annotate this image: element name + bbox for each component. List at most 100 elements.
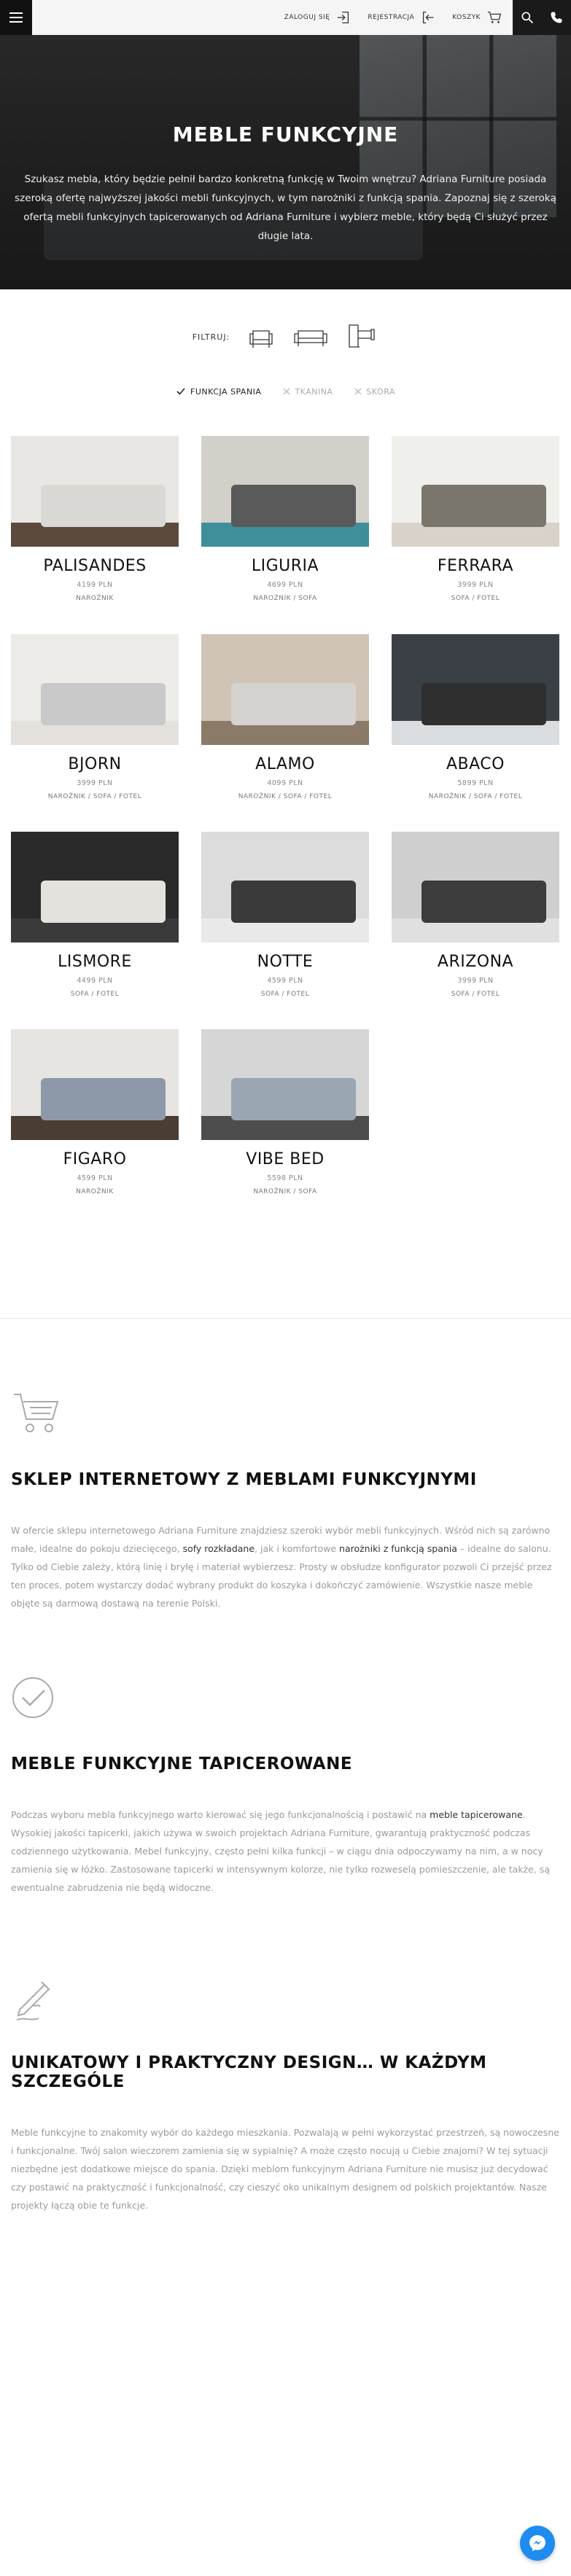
hero-overlay: [0, 35, 571, 289]
cart-icon: [487, 12, 502, 23]
product-name[interactable]: VIBE BED: [201, 1150, 369, 1168]
product-image[interactable]: [392, 832, 559, 942]
menu-button[interactable]: [0, 0, 32, 35]
product-image[interactable]: [11, 436, 179, 547]
messenger-icon: [529, 2535, 545, 2551]
product-image[interactable]: [201, 1029, 369, 1140]
product-card[interactable]: FIGARO 4599 PLN NAROŻNIK: [11, 1029, 179, 1195]
product-card[interactable]: LISMORE 4499 PLN SOFA / FOTEL: [11, 832, 179, 998]
product-name[interactable]: FIGARO: [11, 1150, 179, 1168]
product-card[interactable]: BJORN 3999 PLN NAROŻNIK / SOFA / FOTEL: [11, 634, 179, 800]
filter-label: FILTRUJ:: [192, 332, 230, 342]
product-card[interactable]: FERRARA 3999 PLN SOFA / FOTEL: [392, 436, 559, 602]
register-link[interactable]: REJESTRACJA: [368, 9, 436, 26]
product-name[interactable]: PALISANDES: [11, 557, 179, 575]
pen-design-icon: [16, 1981, 50, 2021]
product-type: NAROŻNIK / SOFA: [253, 595, 317, 602]
text-part: Podczas wyboru mebla funkcyjnego warto k…: [11, 1809, 430, 1820]
tag-fabric[interactable]: TKANINA: [283, 386, 333, 397]
product-card[interactable]: ABACO 5899 PLN NAROŻNIK / SOFA / FOTEL: [392, 634, 559, 800]
product-type: NAROŻNIK: [76, 1188, 114, 1195]
product-name[interactable]: ALAMO: [201, 755, 369, 773]
product-image[interactable]: [201, 832, 369, 942]
filter-bar: FILTRUJ:: [0, 321, 571, 353]
product-card[interactable]: ALAMO 4099 PLN NAROŻNIK / SOFA / FOTEL: [201, 634, 369, 800]
product-image[interactable]: [11, 1029, 179, 1140]
page-title: MEBLE FUNKCYJNE: [172, 122, 399, 147]
product-name[interactable]: ARIZONA: [392, 953, 559, 971]
tag-leather[interactable]: SKÓRA: [354, 386, 395, 397]
product-type: NAROŻNIK / SOFA / FOTEL: [428, 793, 523, 800]
section-text: W ofercie sklepu internetowego Adriana F…: [11, 1521, 560, 1612]
upholstered-furniture-link[interactable]: meble tapicerowane: [430, 1809, 522, 1820]
text-part: , jak i komfortowe: [255, 1543, 340, 1554]
product-image[interactable]: [392, 634, 559, 745]
section-divider: [0, 1318, 571, 1319]
search-icon: [521, 12, 534, 24]
section-title: UNIKATOWY I PRAKTYCZNY DESIGN… W KAŻDYM …: [11, 2053, 487, 2091]
info-section-design: UNIKATOWY I PRAKTYCZNY DESIGN… W KAŻDYM …: [11, 1972, 560, 2214]
product-image-sofa: [41, 1077, 166, 1120]
product-price: 3999 PLN: [77, 779, 113, 787]
logo-area: [32, 0, 236, 35]
close-icon: [283, 388, 290, 395]
product-name[interactable]: BJORN: [11, 755, 179, 773]
product-image-sofa: [231, 880, 356, 923]
section-title: SKLEP INTERNETOWY Z MEBLAMI FUNKCYJNYMI: [11, 1470, 477, 1489]
product-image[interactable]: [201, 436, 369, 547]
hamburger-line: [9, 21, 23, 23]
tag-label: TKANINA: [295, 386, 333, 397]
corner-sofa-filter-icon[interactable]: [342, 321, 378, 353]
search-button[interactable]: [513, 0, 542, 35]
product-image[interactable]: [11, 634, 179, 745]
check-circle-icon: [12, 1677, 53, 1718]
product-name[interactable]: NOTTE: [201, 953, 369, 971]
register-label: REJESTRACJA: [368, 14, 415, 21]
product-card[interactable]: PALISANDES 4199 PLN NAROŻNIK: [11, 436, 179, 602]
cart-icon: [14, 1394, 59, 1432]
product-type: NAROŻNIK / SOFA / FOTEL: [238, 793, 333, 800]
info-section-upholstered: MEBLE FUNKCYJNE TAPICEROWANE Podczas wyb…: [11, 1673, 560, 1897]
login-link[interactable]: ZALOGUJ SIĘ: [284, 9, 352, 26]
product-image-sofa: [422, 880, 546, 923]
product-image[interactable]: [392, 436, 559, 547]
product-image[interactable]: [11, 832, 179, 942]
product-price: 4099 PLN: [267, 779, 303, 787]
product-card[interactable]: ARIZONA 3999 PLN SOFA / FOTEL: [392, 832, 559, 998]
hero-description: Szukasz mebla, który będzie pełnił bardz…: [15, 173, 556, 242]
hero-banner: MEBLE FUNKCYJNE Szukasz mebla, który będ…: [0, 35, 571, 289]
corner-sofa-link[interactable]: narożniki z funkcją spania: [339, 1543, 457, 1554]
product-image-sofa: [231, 484, 356, 527]
sofa-filter-icon[interactable]: [292, 321, 329, 353]
check-icon: [176, 388, 185, 395]
cart-label: KOSZYK: [452, 14, 481, 21]
product-price: 5598 PLN: [267, 1174, 303, 1182]
product-image[interactable]: [201, 634, 369, 745]
product-image-sofa: [422, 682, 546, 725]
product-image-sofa: [41, 880, 166, 923]
product-card[interactable]: LIGURIA 4699 PLN NAROŻNIK / SOFA: [201, 436, 369, 602]
product-name[interactable]: LIGURIA: [201, 557, 369, 575]
product-type: SOFA / FOTEL: [451, 991, 500, 998]
tag-sleeping-function[interactable]: FUNKCJA SPANIA: [176, 386, 261, 397]
tag-label: SKÓRA: [366, 386, 395, 397]
armchair-filter-icon[interactable]: [243, 321, 279, 353]
product-card[interactable]: NOTTE 4599 PLN SOFA / FOTEL: [201, 832, 369, 998]
sofa-bed-link[interactable]: sofy rozkładane: [183, 1543, 255, 1554]
product-name[interactable]: ABACO: [392, 755, 559, 773]
info-section-shop: SKLEP INTERNETOWY Z MEBLAMI FUNKCYJNYMI …: [11, 1389, 560, 1612]
cart-link[interactable]: KOSZYK: [452, 9, 502, 26]
product-name[interactable]: LISMORE: [11, 953, 179, 971]
product-price: 3999 PLN: [457, 581, 494, 589]
product-image-sofa: [422, 484, 546, 527]
hamburger-line: [9, 17, 23, 18]
text-part: . Wysokiej jakości tapicerki, jakich uży…: [11, 1809, 550, 1893]
product-type: NAROŻNIK: [76, 595, 114, 602]
phone-button[interactable]: [542, 0, 571, 35]
product-card[interactable]: VIBE BED 5598 PLN NAROŻNIK / SOFA: [201, 1029, 369, 1195]
phone-icon: [551, 12, 562, 23]
product-image-sofa: [41, 484, 166, 527]
product-name[interactable]: FERRARA: [392, 557, 559, 575]
messenger-button[interactable]: [520, 2526, 555, 2561]
product-price: 5899 PLN: [457, 779, 494, 787]
